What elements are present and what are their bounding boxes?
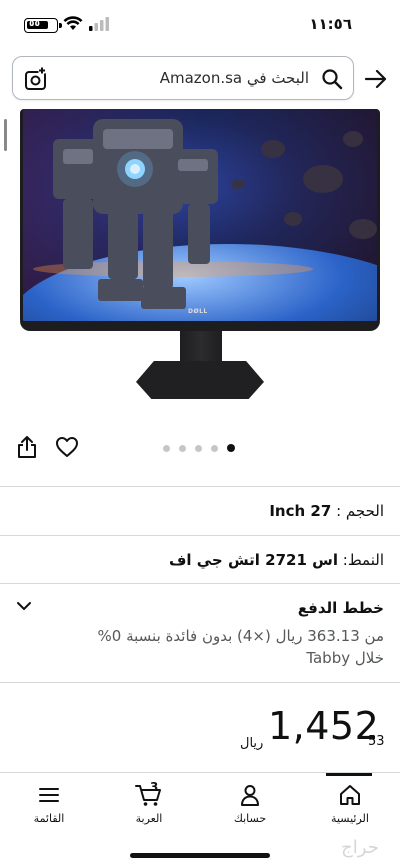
search-icon[interactable] [321, 68, 343, 90]
divider [0, 682, 400, 683]
size-value: 27 Inch [269, 502, 332, 520]
style-label: النمط: [342, 551, 384, 569]
home-indicator [130, 853, 270, 858]
payment-plans-description: من 363.13 ريال (×4) بدون فائدة بنسبة 0% … [97, 627, 384, 667]
divider [0, 583, 400, 584]
camera-search-icon[interactable] [23, 66, 49, 92]
heart-icon[interactable] [55, 436, 79, 458]
account-icon [241, 785, 259, 806]
pagination-dot[interactable] [195, 444, 202, 452]
monitor-bezel [20, 321, 380, 331]
search-placeholder: البحث في Amazon.sa [159, 69, 309, 87]
image-actions-row [0, 425, 400, 473]
nav-account-label: حسابك [233, 812, 267, 825]
pagination-dot[interactable] [179, 444, 186, 452]
divider [0, 535, 400, 536]
product-image-gallery[interactable]: DØLL [0, 105, 400, 425]
wifi-icon [63, 16, 83, 30]
battery-icon: ٥٥ [24, 18, 62, 33]
style-selector[interactable]: النمط: اس 2721 اتش جي اف [0, 537, 400, 583]
price-whole: 1,452 [268, 704, 380, 748]
clock: ١١:٥٦ [309, 15, 352, 33]
nav-cart-label: العربة [135, 812, 163, 825]
size-label: الحجم : [336, 502, 384, 520]
search-header: البحث في Amazon.sa [0, 50, 400, 105]
size-selector[interactable]: الحجم : 27 Inch [0, 488, 400, 534]
pagination-dot-active[interactable] [227, 444, 235, 452]
image-pagination-dots[interactable] [163, 444, 235, 452]
active-tab-indicator [326, 773, 372, 776]
nav-home-label: الرئيسية [331, 812, 369, 825]
brand-logo: DØLL [188, 308, 208, 315]
product-image[interactable] [20, 109, 380, 327]
price-currency: ريال [240, 736, 264, 751]
forward-arrow-icon[interactable] [364, 68, 388, 90]
nav-account[interactable]: حسابك [205, 783, 295, 835]
scroll-indicator [4, 119, 7, 151]
pagination-dot[interactable] [211, 444, 218, 452]
share-icon[interactable] [15, 435, 39, 459]
status-bar: ٥٥ ١١:٥٦ [0, 0, 400, 50]
watermark-text: حراج [341, 837, 379, 858]
partially-hidden-link[interactable] [200, 764, 370, 772]
divider [0, 486, 400, 487]
cart-icon [135, 785, 161, 806]
monitor-stand-base [136, 361, 264, 399]
nav-menu-label: القائمة [33, 812, 65, 825]
payment-plans-title: خطط الدفع [297, 599, 384, 617]
nav-cart[interactable]: 3 العربة [104, 780, 194, 835]
home-icon [340, 785, 360, 805]
payment-plans-section[interactable]: خطط الدفع من 363.13 ريال (×4) بدون فائدة… [0, 585, 400, 681]
chevron-down-icon[interactable] [16, 599, 32, 613]
monitor-wallpaper-art [23, 109, 377, 324]
style-value: اس 2721 اتش جي اف [168, 551, 338, 569]
search-input[interactable]: البحث في Amazon.sa [12, 56, 354, 100]
watermark-logo: حراج [324, 833, 396, 861]
cart-count-badge: 3 [150, 780, 159, 794]
pagination-dot[interactable] [163, 444, 170, 452]
menu-icon [39, 788, 59, 802]
nav-home[interactable]: الرئيسية [305, 783, 395, 835]
bottom-navigation: الرئيسية حسابك 3 العربة القائمة حراج [0, 772, 400, 865]
nav-menu[interactable]: القائمة [4, 783, 94, 835]
price-block: 53 1,452 ريال [0, 684, 400, 770]
cellular-signal-icon [89, 17, 109, 31]
battery-percent: ٥٥ [29, 19, 40, 29]
